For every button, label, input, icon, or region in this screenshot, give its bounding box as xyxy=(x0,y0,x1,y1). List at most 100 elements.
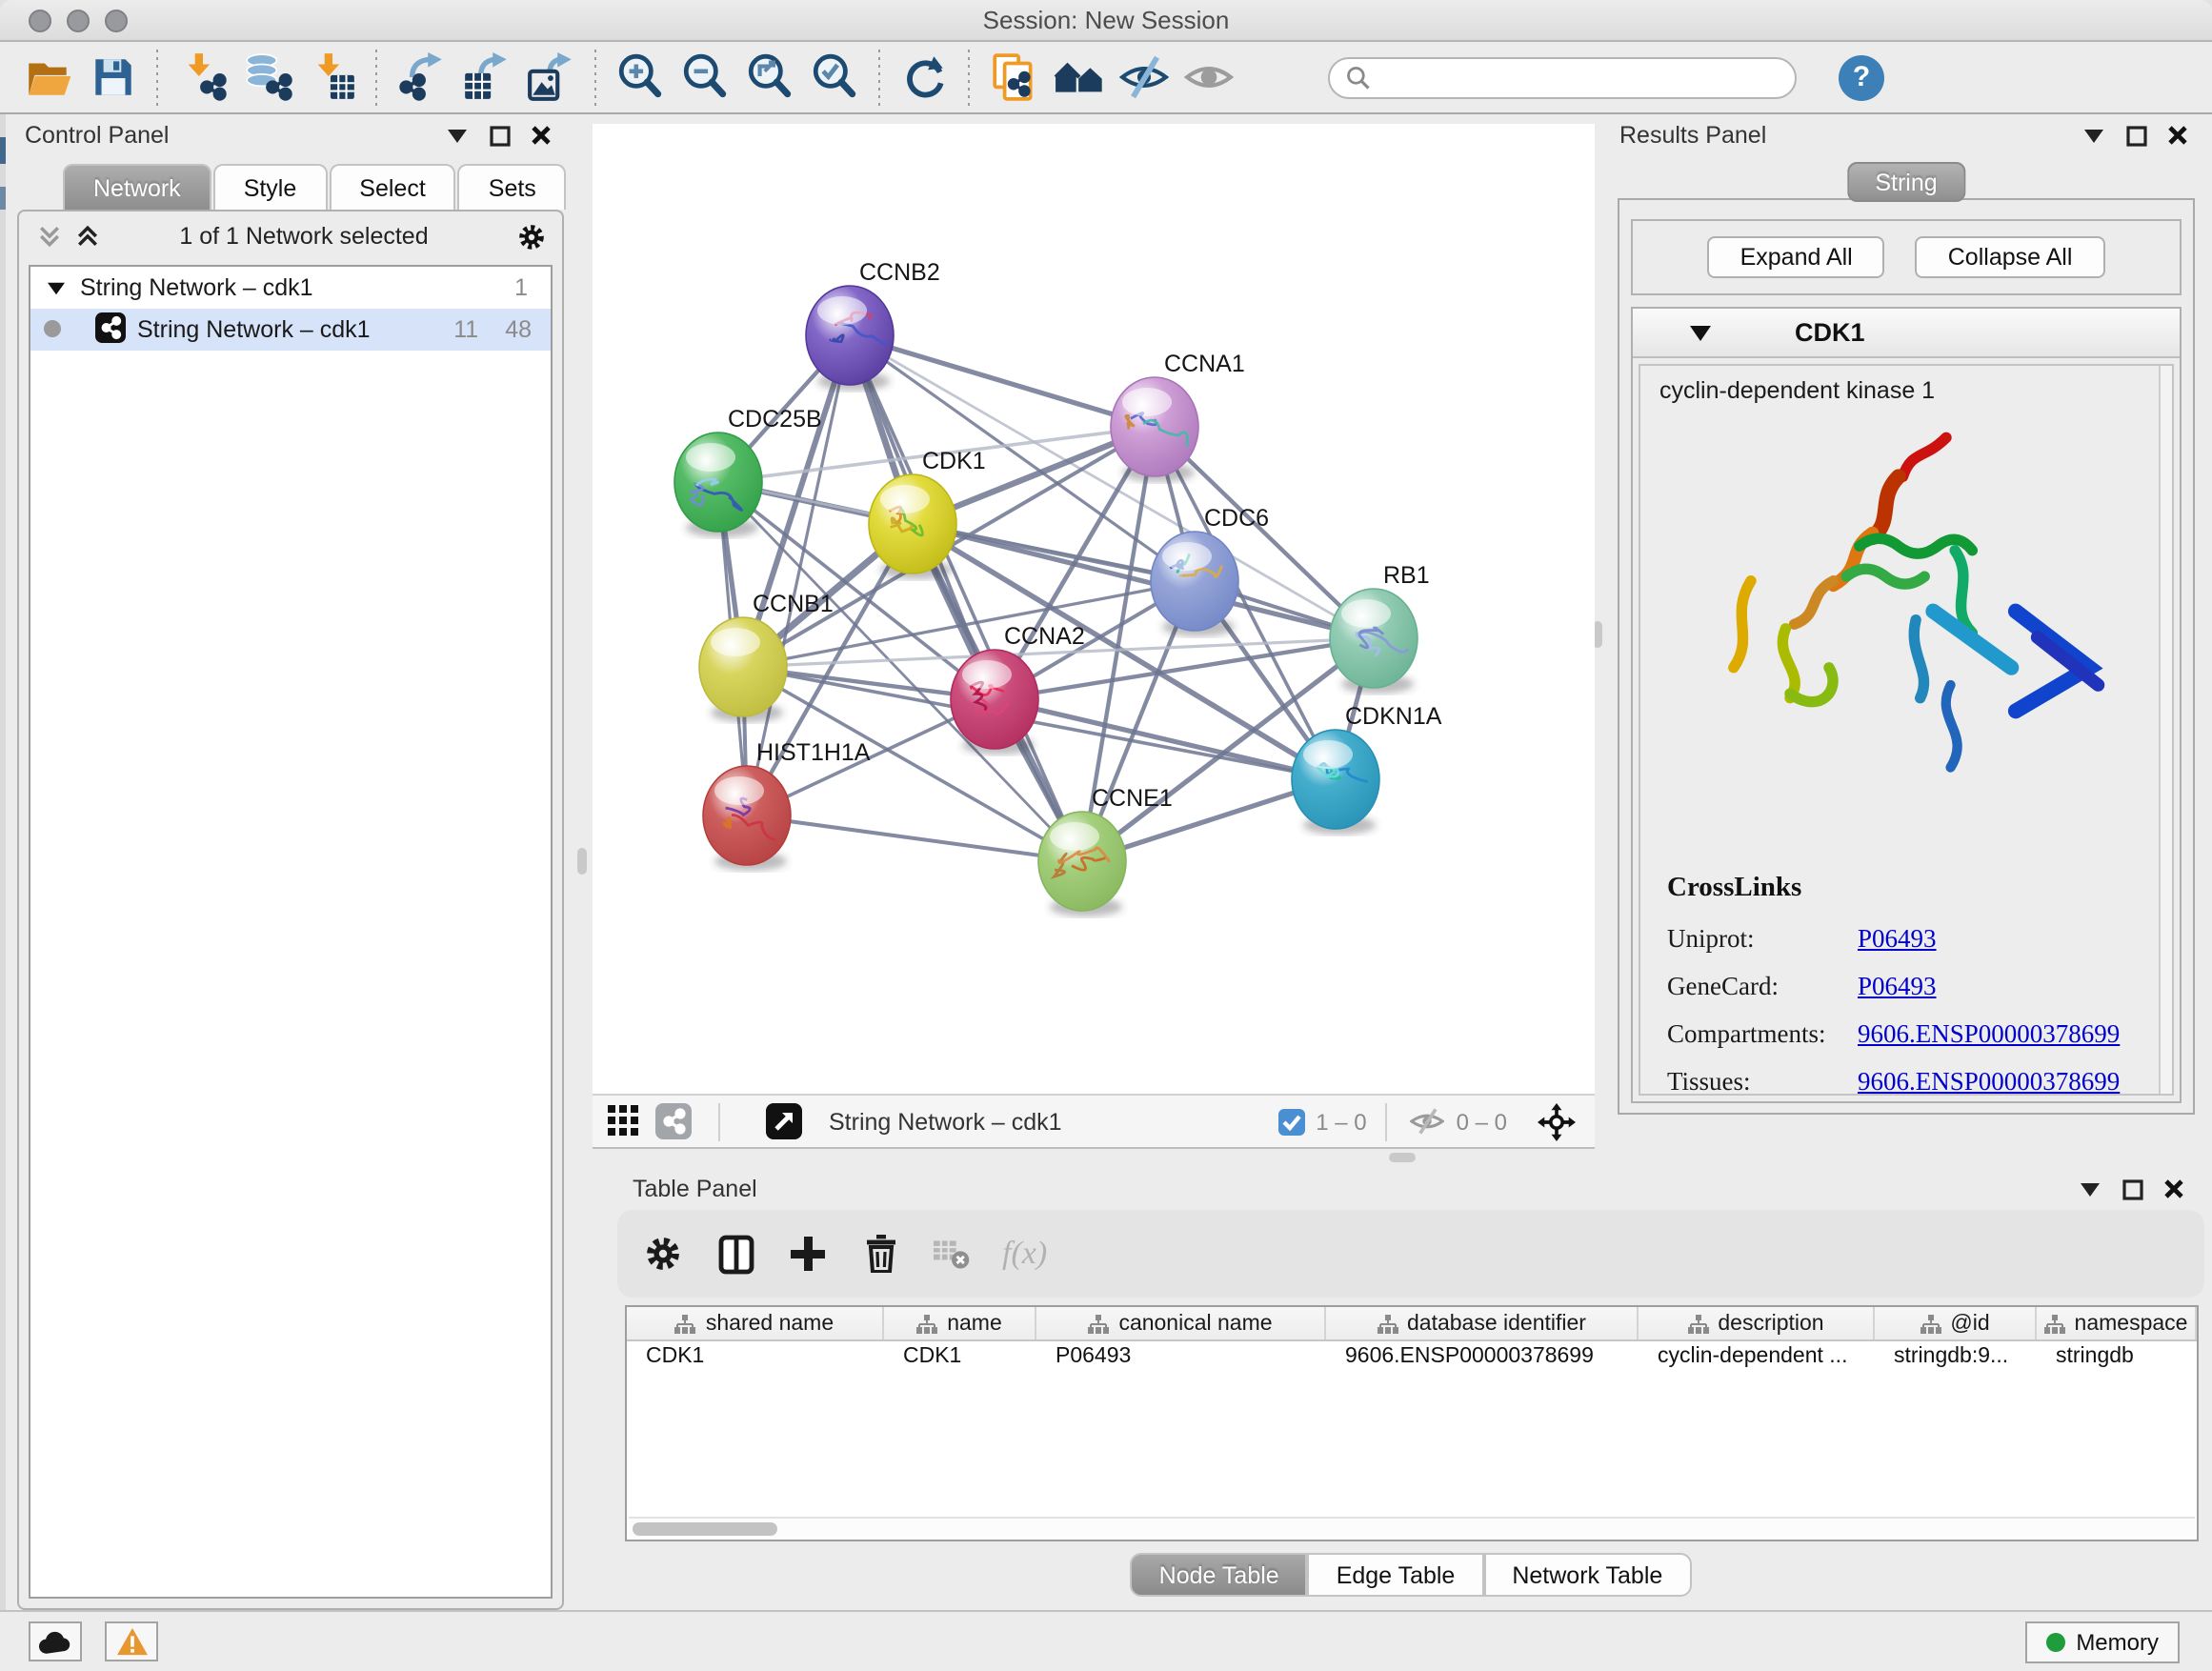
gene-collapse-icon[interactable] xyxy=(1690,315,1711,350)
export-image-icon[interactable] xyxy=(518,47,583,108)
panel-float-icon[interactable] xyxy=(2121,122,2151,149)
table-cell[interactable]: stringdb xyxy=(2037,1341,2197,1378)
panel-close-icon[interactable] xyxy=(2162,122,2193,149)
zoom-out-icon[interactable] xyxy=(673,47,737,108)
panel-float-icon[interactable] xyxy=(484,122,514,149)
refresh-view-icon[interactable] xyxy=(892,47,956,108)
table-horizontal-scrollbar[interactable] xyxy=(629,1517,2195,1538)
network-options-gear-icon[interactable] xyxy=(516,223,547,250)
import-network-file-icon[interactable] xyxy=(170,47,234,108)
gene-section-header[interactable]: CDK1 xyxy=(1633,309,2180,358)
memory-button[interactable]: Memory xyxy=(2024,1621,2180,1663)
panel-menu-icon[interactable] xyxy=(2079,122,2109,149)
delete-table-icon[interactable] xyxy=(930,1231,975,1277)
zoom-in-icon[interactable] xyxy=(608,47,673,108)
table-row[interactable]: CDK1CDK1P064939606.ENSP00000378699cyclin… xyxy=(627,1341,2197,1378)
crosslink-link[interactable]: P06493 xyxy=(1858,972,1937,1002)
grid-view-icon[interactable] xyxy=(608,1105,640,1137)
control-tab-select[interactable]: Select xyxy=(329,164,456,210)
network-collection-row[interactable]: String Network – cdk1 1 xyxy=(30,267,551,309)
show-columns-icon[interactable] xyxy=(713,1231,758,1277)
network-node-hist1h1a[interactable]: HIST1H1A xyxy=(703,739,871,871)
birds-eye-view-icon[interactable] xyxy=(1538,1102,1576,1140)
table-cell[interactable]: cyclin-dependent ... xyxy=(1639,1341,1875,1378)
export-network-icon[interactable] xyxy=(389,47,453,108)
expand-all-button[interactable]: Expand All xyxy=(1708,236,1885,278)
search-input[interactable] xyxy=(1372,62,1780,92)
crosslink-label: GeneCard: xyxy=(1667,972,1858,1002)
hidden-eye-icon[interactable] xyxy=(1411,1107,1445,1136)
import-table-file-icon[interactable] xyxy=(299,47,364,108)
table-tab-node-table[interactable]: Node Table xyxy=(1131,1553,1308,1597)
column-header-id[interactable]: @id xyxy=(1875,1307,2037,1339)
table-tab-edge-table[interactable]: Edge Table xyxy=(1308,1553,1484,1597)
expand-all-networks-icon[interactable] xyxy=(72,223,103,250)
network-node-cdkn1a[interactable]: CDKN1A xyxy=(1292,703,1442,835)
network-node-ccna1[interactable]: CCNA1 xyxy=(1111,351,1245,482)
hide-selected-eye-icon[interactable] xyxy=(1111,47,1176,108)
table-settings-gear-icon[interactable] xyxy=(640,1231,686,1277)
search-field[interactable] xyxy=(1328,56,1797,98)
zoom-selected-icon[interactable] xyxy=(802,47,867,108)
control-tab-sets[interactable]: Sets xyxy=(458,164,567,210)
table-cell[interactable]: CDK1 xyxy=(627,1341,884,1378)
panel-menu-icon[interactable] xyxy=(442,122,473,149)
table-cell[interactable]: CDK1 xyxy=(884,1341,1036,1378)
warnings-button[interactable] xyxy=(105,1621,158,1661)
column-header-namespace[interactable]: namespace xyxy=(2037,1307,2197,1339)
table-cell[interactable]: 9606.ENSP00000378699 xyxy=(1326,1341,1639,1378)
control-tab-style[interactable]: Style xyxy=(213,164,328,210)
results-tab-string[interactable]: String xyxy=(1846,162,1965,202)
collapse-all-button[interactable]: Collapse All xyxy=(1916,236,2105,278)
duplicate-network-icon[interactable] xyxy=(981,47,1046,108)
column-header-name[interactable]: name xyxy=(884,1307,1036,1339)
crosslink-link[interactable]: 9606.ENSP00000378699 xyxy=(1858,1067,2120,1096)
column-header-databaseidentifier[interactable]: database identifier xyxy=(1326,1307,1639,1339)
column-header-canonicalname[interactable]: canonical name xyxy=(1036,1307,1326,1339)
delete-column-icon[interactable] xyxy=(857,1231,903,1277)
fit-content-icon[interactable] xyxy=(737,47,802,108)
network-edge[interactable] xyxy=(850,335,1082,861)
network-edge[interactable] xyxy=(850,335,1155,427)
node-label: CCNB1 xyxy=(753,591,834,617)
open-session-icon[interactable] xyxy=(15,47,80,108)
network-canvas[interactable]: CCNB2CCNA1CDC25BCDK1CDC6RB1CCNB1CCNA2CDK… xyxy=(593,124,1595,1094)
selected-checkbox-icon[interactable] xyxy=(1277,1108,1304,1135)
scrollbar-thumb[interactable] xyxy=(633,1522,777,1536)
network-row-selected[interactable]: String Network – cdk1 11 48 xyxy=(30,309,551,351)
home-icon[interactable] xyxy=(1046,47,1111,108)
network-selection-status: 1 of 1 Network selected xyxy=(179,223,428,250)
table-tab-network-table[interactable]: Network Table xyxy=(1483,1553,1691,1597)
show-all-eye-icon[interactable] xyxy=(1176,47,1240,108)
network-node-rb1[interactable]: RB1 xyxy=(1330,562,1430,694)
network-edge[interactable] xyxy=(747,815,1082,861)
collection-collapse-icon[interactable] xyxy=(30,274,80,301)
column-header-description[interactable]: description xyxy=(1639,1307,1875,1339)
network-share-icon[interactable] xyxy=(655,1103,692,1139)
crosslink-link[interactable]: P06493 xyxy=(1858,924,1937,955)
gene-scrollbar[interactable] xyxy=(2159,366,2172,1094)
panel-close-icon[interactable] xyxy=(526,122,556,149)
export-table-icon[interactable] xyxy=(453,47,518,108)
collapse-all-networks-icon[interactable] xyxy=(34,223,65,250)
app-window: Session: New Session ? xyxy=(0,0,2212,1671)
save-session-icon[interactable] xyxy=(80,47,145,108)
open-in-new-window-icon[interactable] xyxy=(766,1103,802,1139)
network-node-ccnb2[interactable]: CCNB2 xyxy=(806,259,940,391)
import-network-database-icon[interactable] xyxy=(234,47,299,108)
panel-close-icon[interactable] xyxy=(2159,1176,2189,1202)
table-cell[interactable]: stringdb:9... xyxy=(1875,1341,2037,1378)
cloud-button[interactable] xyxy=(29,1621,82,1661)
network-view-toolbar: String Network – cdk1 1 – 0 0 – 0 xyxy=(593,1094,1595,1149)
control-tab-network[interactable]: Network xyxy=(63,164,211,210)
bottom-splitter-handle[interactable] xyxy=(1389,1153,1416,1162)
panel-float-icon[interactable] xyxy=(2117,1176,2147,1202)
help-button[interactable]: ? xyxy=(1839,54,1884,100)
crosslink-link[interactable]: 9606.ENSP00000378699 xyxy=(1858,1019,2120,1050)
add-column-icon[interactable] xyxy=(785,1231,831,1277)
table-cell[interactable]: P06493 xyxy=(1036,1341,1326,1378)
panel-menu-icon[interactable] xyxy=(2075,1176,2105,1202)
column-header-sharedname[interactable]: shared name xyxy=(627,1307,884,1339)
left-splitter-handle[interactable] xyxy=(577,848,587,875)
function-builder-icon[interactable]: f(x) xyxy=(1002,1231,1047,1277)
